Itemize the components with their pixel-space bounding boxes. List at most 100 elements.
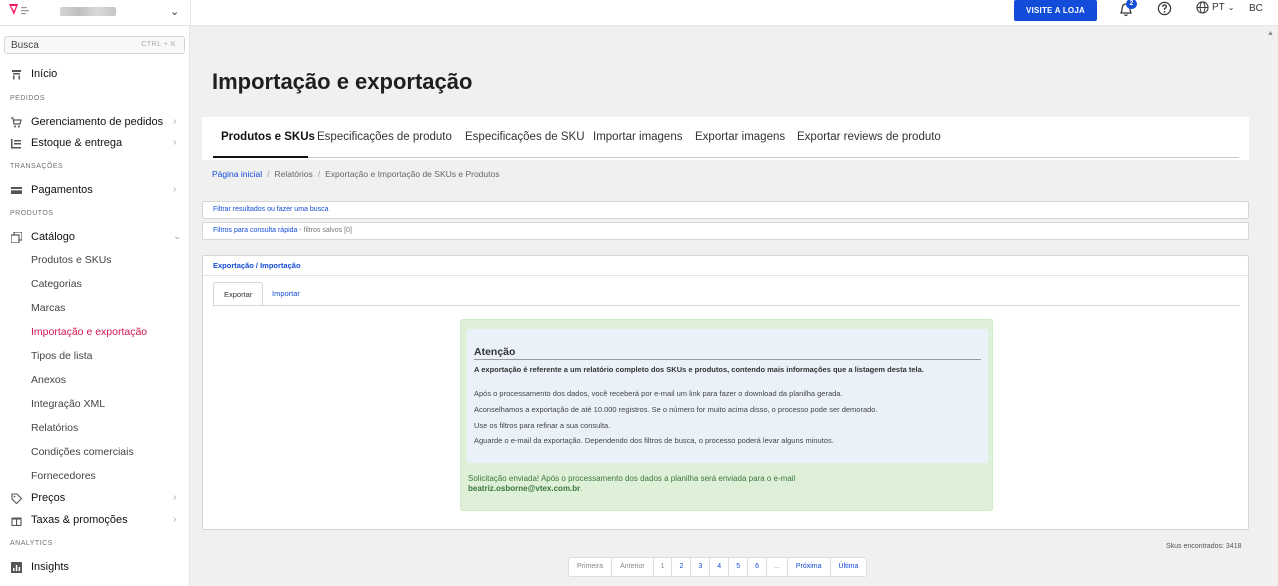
chevron-right-icon: › <box>173 184 177 195</box>
sidebar-subitem-products-skus[interactable]: Produtos e SKUs <box>31 254 112 266</box>
tab-active-indicator <box>213 156 308 158</box>
sidebar-item-catalog[interactable]: Catálogo ⌄ <box>0 228 190 248</box>
subtab-import[interactable]: Importar <box>262 282 310 306</box>
breadcrumb: Página inicial / Relatórios / Exportação e I… <box>202 163 1249 185</box>
help-icon[interactable] <box>1157 1 1172 16</box>
tab-underline <box>213 157 1239 158</box>
chevron-right-icon: › <box>173 492 177 503</box>
pagination-page-2[interactable]: 2 <box>672 558 692 576</box>
page-title: Importação e exportação <box>212 69 473 94</box>
tab-import-images[interactable]: Importar imagens <box>593 131 682 143</box>
subtab-divider <box>213 305 1240 306</box>
tag-icon <box>11 493 22 504</box>
sidebar-item-label: Estoque & entrega <box>31 137 123 149</box>
sidebar-item-label: Gerenciamento de pedidos <box>31 116 164 128</box>
sidebar-item-label: Pagamentos <box>31 184 93 196</box>
filter-search-link[interactable]: Filtrar resultados ou fazer uma busca <box>213 206 329 213</box>
top-bar: ⌄ VISITE A LOJA 2 PT ⌄ BC <box>0 0 1278 26</box>
sidebar-subitem-reports[interactable]: Relatórios <box>31 422 78 434</box>
attention-line: Após o processamento dos dados, você rec… <box>474 389 843 398</box>
sidebar-subitem-xml-integration[interactable]: Integração XML <box>31 398 105 410</box>
user-avatar[interactable]: BC <box>1249 3 1263 14</box>
sidebar-item-insights[interactable]: Insights <box>0 558 190 578</box>
pagination-ellipsis: ... <box>767 558 788 576</box>
divider <box>190 0 191 26</box>
tab-sku-specifications[interactable]: Especificações de SKU <box>465 131 585 143</box>
pagination-page-4[interactable]: 4 <box>710 558 730 576</box>
pagination-last[interactable]: Última <box>831 558 867 576</box>
search-shortcut: CTRL + K <box>141 41 176 48</box>
filter-search-box[interactable]: Filtrar resultados ou fazer uma busca <box>202 201 1249 219</box>
sidebar-item-label: Insights <box>31 561 69 573</box>
language-selector[interactable]: PT ⌄ <box>1196 1 1234 14</box>
sidebar-subitem-suppliers[interactable]: Fornecedores <box>31 470 96 482</box>
visit-store-button[interactable]: VISITE A LOJA <box>1014 0 1097 21</box>
chevron-down-icon[interactable]: ⌄ <box>170 5 179 18</box>
sidebar-subitem-import-export[interactable]: Importação e exportação <box>31 326 147 338</box>
pagination: Primeira Anterior 1 2 3 4 5 6 ... Próxim… <box>568 557 868 577</box>
sidebar-item-payments[interactable]: Pagamentos › <box>0 181 190 201</box>
chevron-right-icon: › <box>173 514 177 525</box>
breadcrumb-reports[interactable]: Relatórios <box>274 169 312 179</box>
account-name-blurred[interactable] <box>60 7 116 16</box>
chevron-down-icon: ⌄ <box>1227 3 1235 12</box>
chart-icon <box>11 562 22 573</box>
sidebar-item-label: Início <box>31 68 58 80</box>
chevron-right-icon: › <box>173 137 177 148</box>
attention-summary: A exportação é referente a um relatório … <box>474 365 924 374</box>
pagination-page-3[interactable]: 3 <box>691 558 711 576</box>
sidebar-subitem-list-types[interactable]: Tipos de lista <box>31 350 92 362</box>
attention-title: Atenção <box>474 346 981 360</box>
tab-products-skus[interactable]: Produtos e SKUs <box>221 131 315 143</box>
attention-line: Aconselhamos a exportação de até 10.000 … <box>474 405 878 414</box>
attention-box: Atenção A exportação é referente a um re… <box>467 329 988 463</box>
pagination-next[interactable]: Próxima <box>788 558 831 576</box>
success-text: Solicitação enviada! Após o processament… <box>468 474 796 483</box>
success-period: . <box>580 484 583 493</box>
sidebar-subitem-categories[interactable]: Categorias <box>31 278 82 290</box>
sidebar-item-label: Preços <box>31 492 66 504</box>
search-input[interactable]: Busca CTRL + K <box>4 36 185 54</box>
sidebar-subitem-trade-policies[interactable]: Condições comerciais <box>31 446 134 458</box>
globe-icon <box>1196 1 1209 14</box>
breadcrumb-home-link[interactable]: Página inicial <box>212 169 262 179</box>
section-analytics: ANALYTICS <box>10 540 53 547</box>
sidebar-item-home[interactable]: Início <box>0 65 190 85</box>
sidebar-item-inventory[interactable]: Estoque & entrega › <box>0 134 190 154</box>
tab-export-images[interactable]: Exportar imagens <box>695 131 785 143</box>
sidebar-subitem-brands[interactable]: Marcas <box>31 302 65 314</box>
pagination-first[interactable]: Primeira <box>569 558 613 576</box>
sidebar-item-taxes-promotions[interactable]: Taxas & promoções › <box>0 511 190 531</box>
success-message: Solicitação enviada! Após o processament… <box>468 474 983 494</box>
inventory-icon <box>11 139 21 149</box>
scroll-up-arrow-icon[interactable]: ▲ <box>1267 30 1274 37</box>
sidebar-subitem-attachments[interactable]: Anexos <box>31 374 66 386</box>
panel-title: Exportação / Importação <box>203 256 1248 276</box>
skus-found-count: Skus encontrados: 3418 <box>1166 543 1242 550</box>
tab-product-specifications[interactable]: Especificações de produto <box>317 131 452 143</box>
pagination-page-5[interactable]: 5 <box>729 558 749 576</box>
pagination-page-1[interactable]: 1 <box>654 558 673 576</box>
quick-filters-link[interactable]: Filtros para consulta rápida <box>213 227 297 234</box>
quick-filters-box[interactable]: Filtros para consulta rápida - filtros s… <box>202 222 1249 240</box>
cart-icon <box>11 117 22 128</box>
catalog-icon <box>11 232 22 243</box>
scrollbar[interactable] <box>1265 26 1278 586</box>
section-orders: PEDIDOS <box>10 95 46 102</box>
subtab-export[interactable]: Exportar <box>213 282 264 306</box>
section-transactions: TRANSAÇÕES <box>10 163 64 170</box>
sidebar-item-order-management[interactable]: Gerenciamento de pedidos › <box>0 113 190 133</box>
gift-icon <box>11 517 22 526</box>
vtex-logo-icon[interactable] <box>8 3 30 17</box>
tabs-panel: Produtos e SKUs Especificações de produt… <box>202 117 1249 160</box>
pagination-previous[interactable]: Anterior <box>612 558 654 576</box>
chevron-right-icon: › <box>173 116 177 127</box>
sidebar-item-prices[interactable]: Preços › <box>0 489 190 509</box>
saved-filters-count: - filtros salvos [0] <box>297 227 352 234</box>
tab-export-reviews[interactable]: Exportar reviews de produto <box>797 131 941 143</box>
chevron-down-icon: ⌄ <box>173 231 182 242</box>
sidebar-item-label: Catálogo <box>31 231 76 243</box>
pagination-page-6[interactable]: 6 <box>748 558 768 576</box>
breadcrumb-separator: / <box>267 169 270 179</box>
export-notice: Atenção A exportação é referente a um re… <box>460 319 993 511</box>
